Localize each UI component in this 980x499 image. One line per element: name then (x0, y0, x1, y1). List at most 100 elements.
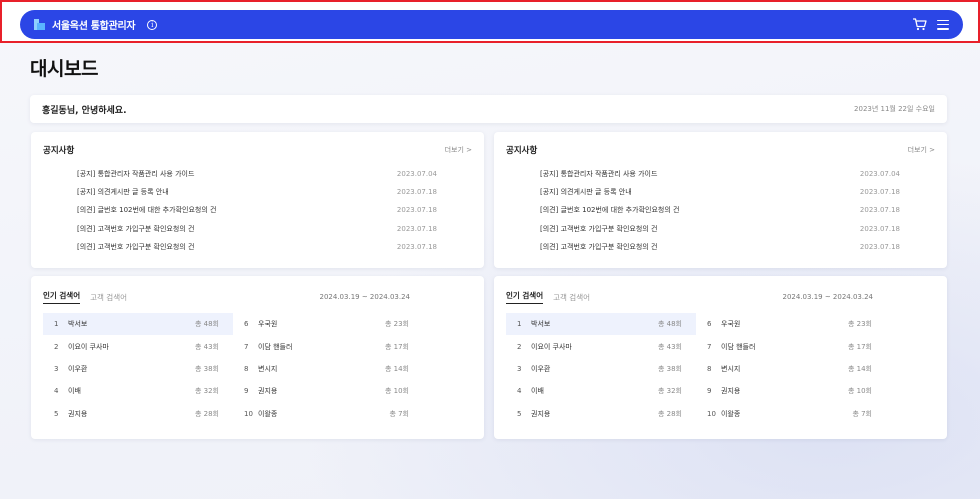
tab-popular-keywords[interactable]: 인기 검색어 (43, 290, 81, 304)
notice-title: 공지사항 (43, 146, 75, 156)
rank-keyword[interactable]: 이왈종 (258, 409, 389, 419)
rank-keyword[interactable]: 이우환 (531, 364, 658, 374)
ranking-row[interactable]: 7 이담 핸들러 총 17회 (696, 335, 886, 357)
more-link[interactable]: 더보기 > (445, 145, 472, 155)
rank-keyword[interactable]: 변시지 (258, 364, 385, 374)
rank-count: 총 38회 (194, 364, 219, 373)
rank-count: 총 28회 (194, 409, 219, 418)
notice-item-title[interactable]: [의견] 글번호 102번에 대한 추가확인요청의 건 (540, 205, 860, 215)
rank-number: 7 (707, 342, 712, 351)
rank-count: 총 10회 (847, 387, 872, 396)
notice-item-title[interactable]: [공지] 의견게시판 글 등록 안내 (540, 187, 860, 197)
tab-customer-keywords[interactable]: 고객 검색어 (553, 292, 590, 303)
rank-keyword[interactable]: 이요이 쿠사마 (531, 342, 658, 352)
ranking-row[interactable]: 10 이왈종 총 7회 (696, 403, 886, 425)
rank-keyword[interactable]: 권지용 (258, 386, 385, 396)
notice-item[interactable]: [의견] 글번호 102번에 대한 추가확인요청의 건 2023.07.18 (77, 201, 437, 219)
more-link[interactable]: 더보기 > (908, 145, 935, 155)
rank-number: 5 (54, 409, 59, 418)
rank-number: 6 (707, 320, 712, 329)
rank-number: 3 (517, 364, 522, 373)
notice-item[interactable]: [의견] 고객번호 가입구분 확인요청의 건 2023.07.18 (77, 220, 437, 238)
rank-keyword[interactable]: 이요이 쿠사마 (68, 342, 195, 352)
rank-number: 8 (707, 364, 712, 373)
rank-count: 총 17회 (384, 342, 409, 351)
rank-keyword[interactable]: 이담 핸들러 (258, 342, 385, 352)
ranking-row[interactable]: 10 이왈종 총 7회 (233, 403, 423, 425)
ranking-row[interactable]: 1 박서보 총 48회 (506, 313, 696, 336)
notice-item-title[interactable]: [의견] 고객번호 가입구분 확인요청의 건 (540, 224, 860, 234)
ranking-row[interactable]: 5 권지용 총 28회 (506, 403, 696, 425)
welcome-greeting: 홍길동님, 안녕하세요. (42, 105, 127, 116)
ranking-row[interactable]: 2 이요이 쿠사마 총 43회 (506, 335, 696, 357)
ranking-row[interactable]: 8 변시지 총 14회 (696, 358, 886, 380)
notice-title: 공지사항 (506, 146, 538, 156)
notice-item-title[interactable]: [의견] 고객번호 가입구분 확인요청의 건 (77, 242, 397, 252)
notice-item-title[interactable]: [공지] 의견게시판 글 등록 안내 (77, 187, 397, 197)
notice-item[interactable]: [공지] 통합관리자 작품관리 사용 가이드 2023.07.04 (77, 165, 437, 183)
ranking-row[interactable]: 4 이배 총 32회 (506, 380, 696, 402)
rank-keyword[interactable]: 박서보 (531, 319, 658, 329)
notice-item-date: 2023.07.04 (859, 170, 900, 179)
ranking-row[interactable]: 5 권지용 총 28회 (43, 403, 233, 425)
tab-popular-keywords[interactable]: 인기 검색어 (506, 290, 544, 304)
notice-item[interactable]: [의견] 고객번호 가입구분 확인요청의 건 2023.07.18 (77, 238, 437, 256)
notice-item[interactable]: [의견] 글번호 102번에 대한 추가확인요청의 건 2023.07.18 (540, 201, 900, 219)
ranking-row[interactable]: 3 이우환 총 38회 (43, 358, 233, 380)
rank-keyword[interactable]: 이배 (531, 386, 658, 396)
notice-item-title[interactable]: [의견] 고객번호 가입구분 확인요청의 건 (540, 242, 860, 252)
notice-item[interactable]: [의견] 고객번호 가입구분 확인요청의 건 2023.07.18 (540, 220, 900, 238)
notice-item-title[interactable]: [의견] 고객번호 가입구분 확인요청의 건 (77, 224, 397, 234)
rank-number: 2 (517, 342, 522, 351)
rank-count: 총 43회 (657, 342, 682, 351)
rank-number: 5 (517, 409, 522, 418)
rank-keyword[interactable]: 이배 (68, 386, 195, 396)
ranking-row[interactable]: 9 권지용 총 10회 (696, 380, 886, 402)
ranking-row[interactable]: 8 변시지 총 14회 (233, 358, 423, 380)
ranking-row[interactable]: 7 이담 핸들러 총 17회 (233, 335, 423, 357)
rank-keyword[interactable]: 이담 핸들러 (721, 342, 848, 352)
notice-item-title[interactable]: [공지] 통합관리자 작품관리 사용 가이드 (77, 169, 397, 179)
notice-item-date: 2023.07.18 (859, 224, 900, 233)
notice-item[interactable]: [의견] 고객번호 가입구분 확인요청의 건 2023.07.18 (540, 238, 900, 256)
notice-item[interactable]: [공지] 통합관리자 작품관리 사용 가이드 2023.07.04 (540, 165, 900, 183)
rank-count: 총 32회 (657, 387, 682, 396)
tab-customer-keywords[interactable]: 고객 검색어 (90, 292, 127, 303)
app-title[interactable]: 서울옥션 통합관리자 (52, 17, 136, 32)
notice-item-title[interactable]: [공지] 통합관리자 작품관리 사용 가이드 (540, 169, 860, 179)
rank-number: 9 (707, 387, 712, 396)
menu-icon[interactable] (937, 19, 949, 30)
rank-keyword[interactable]: 박서보 (68, 319, 195, 329)
today-date: 2023년 11월 22일 수요일 (854, 105, 935, 113)
ranking-row[interactable]: 6 우국원 총 23회 (696, 313, 886, 335)
rank-keyword[interactable]: 권지용 (68, 409, 195, 419)
ranking-row[interactable]: 2 이요이 쿠사마 총 43회 (43, 335, 233, 357)
logo-icon[interactable] (34, 19, 45, 30)
cart-icon[interactable] (913, 18, 927, 31)
rank-count: 총 7회 (852, 409, 872, 418)
ranking-row[interactable]: 9 권지용 총 10회 (233, 380, 423, 402)
top-navigation-bar: 서울옥션 통합관리자 i (20, 10, 963, 39)
rank-number: 1 (517, 320, 522, 329)
ranking-row[interactable]: 6 우국원 총 23회 (233, 313, 423, 335)
rank-keyword[interactable]: 우국원 (721, 319, 848, 329)
notice-item[interactable]: [공지] 의견게시판 글 등록 안내 2023.07.18 (77, 183, 437, 201)
notice-item-date: 2023.07.18 (859, 188, 900, 197)
rank-count: 총 48회 (657, 320, 682, 329)
rank-keyword[interactable]: 이왈종 (721, 409, 852, 419)
notice-item-title[interactable]: [의견] 글번호 102번에 대한 추가확인요청의 건 (77, 205, 397, 215)
rank-number: 10 (244, 409, 253, 418)
ranking-row[interactable]: 1 박서보 총 48회 (43, 313, 233, 336)
rank-number: 4 (54, 387, 59, 396)
rank-keyword[interactable]: 변시지 (721, 364, 848, 374)
notice-card-left: 공지사항 더보기 > [공지] 통합관리자 작품관리 사용 가이드 2023.07… (31, 132, 484, 268)
rank-keyword[interactable]: 이우환 (68, 364, 195, 374)
rank-keyword[interactable]: 권지용 (721, 386, 848, 396)
info-icon[interactable]: i (147, 19, 158, 30)
ranking-row[interactable]: 4 이배 총 32회 (43, 380, 233, 402)
ranking-row[interactable]: 3 이우환 총 38회 (506, 358, 696, 380)
rank-keyword[interactable]: 우국원 (258, 319, 385, 329)
rank-count: 총 48회 (194, 320, 219, 329)
notice-item[interactable]: [공지] 의견게시판 글 등록 안내 2023.07.18 (540, 183, 900, 201)
rank-keyword[interactable]: 권지용 (531, 409, 658, 419)
